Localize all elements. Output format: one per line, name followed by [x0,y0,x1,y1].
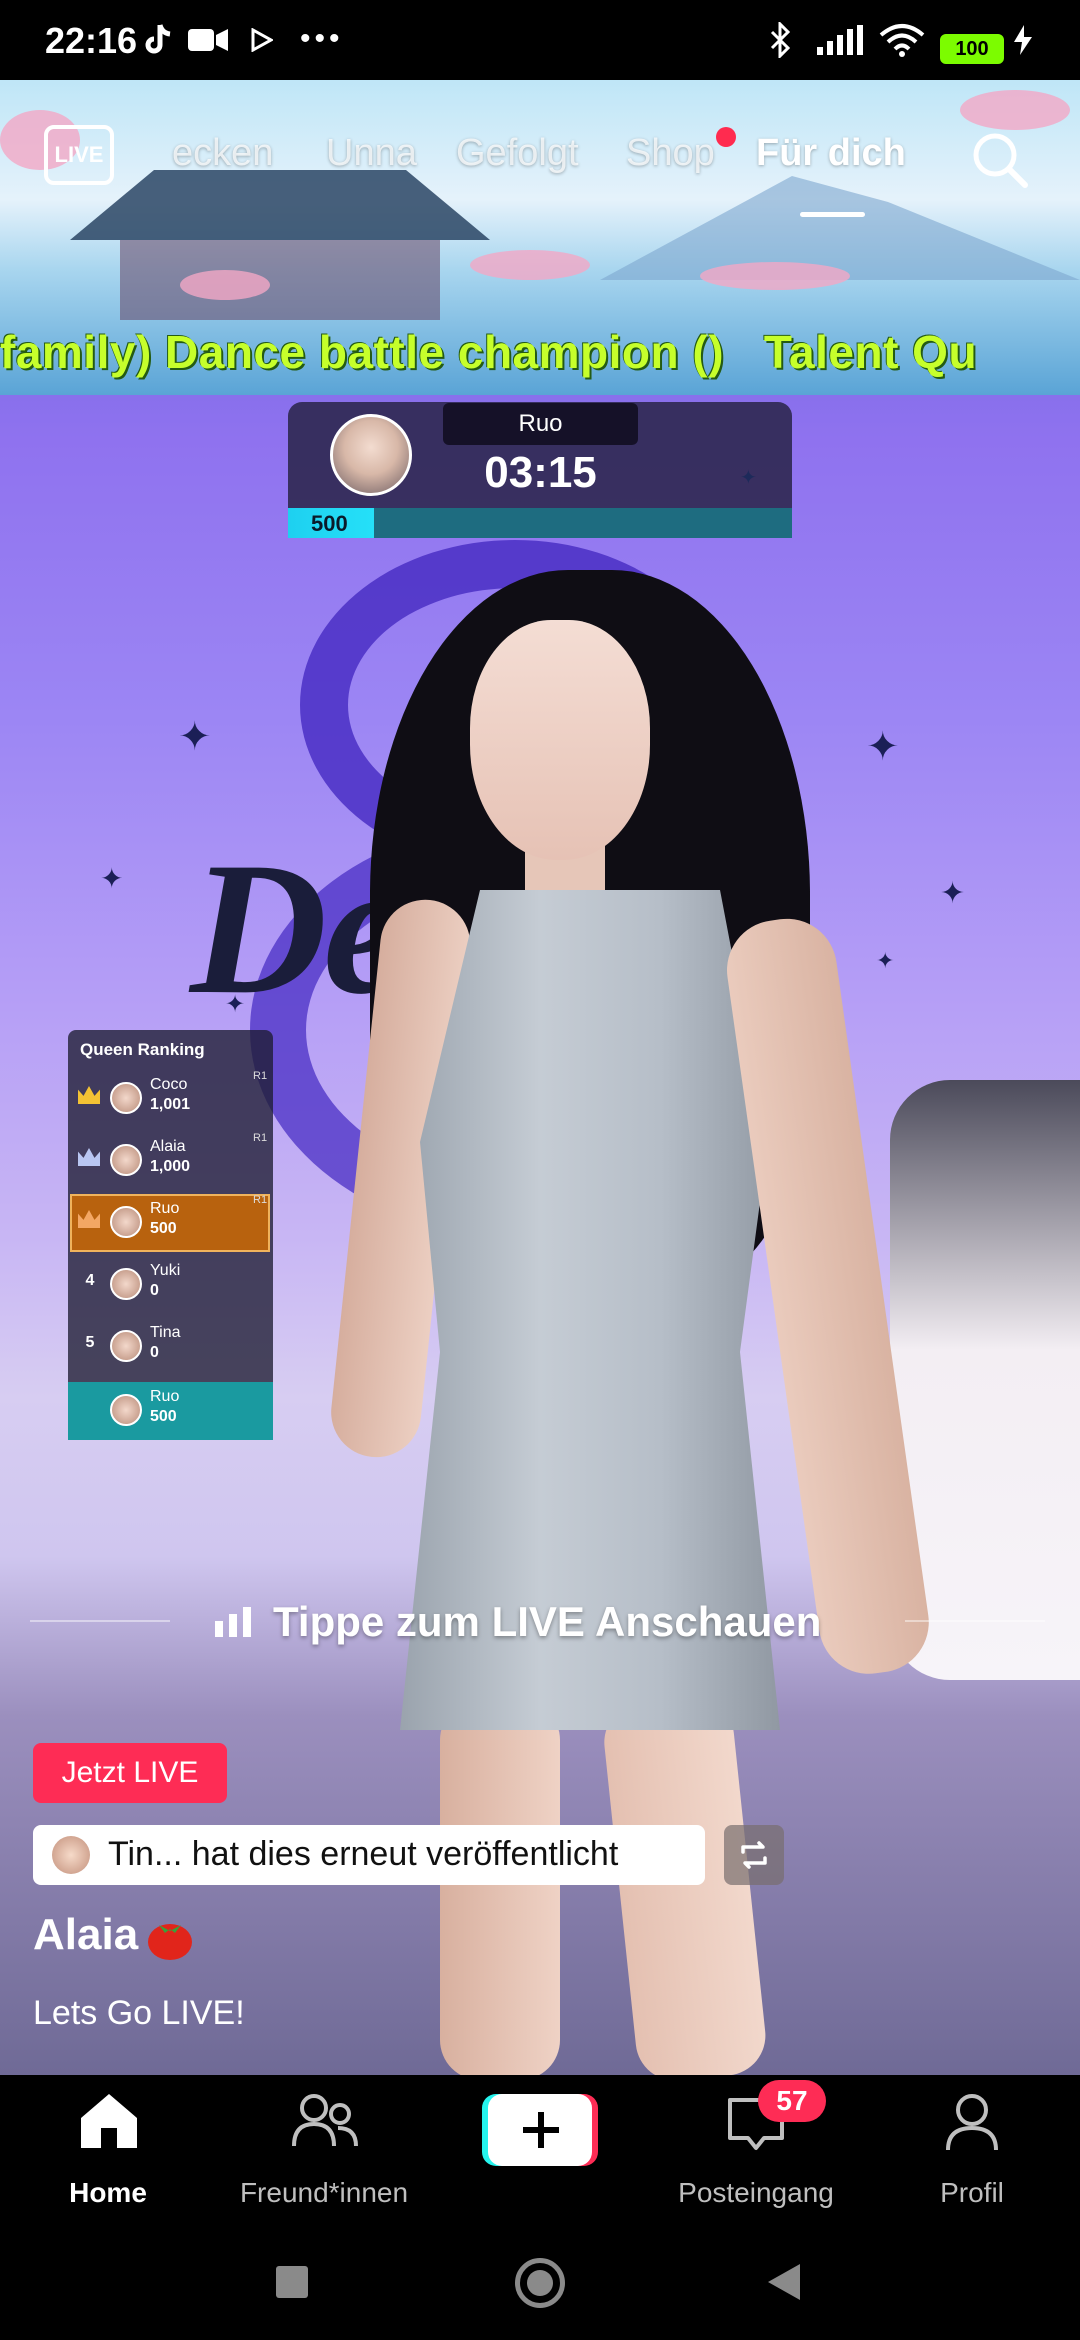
tab-entdecken[interactable]: ecken [172,132,273,175]
blossom-decoration [470,250,590,280]
tap-to-watch-live[interactable]: Tippe zum LIVE Anschauen [273,1598,821,1646]
tab-unna[interactable]: Unna [326,132,417,175]
nav-label: Posteingang [678,2177,834,2208]
ranking-self-row[interactable]: Ruo 500 [68,1382,273,1440]
sparkle-icon: ✦ [940,877,966,910]
repost-icon[interactable] [724,1825,784,1885]
ranking-number: 5 [85,1334,95,1351]
charging-icon [1012,20,1034,60]
play-notification-icon [248,20,276,60]
ticker-text: family) Dance battle champion () Talent … [0,326,978,378]
battle-score: 500 [311,511,348,536]
ranking-row[interactable]: 5 Tina 0 [68,1318,273,1378]
ranking-score: 0 [150,1344,159,1361]
tab-shop[interactable]: Shop [626,132,715,175]
friends-icon [292,2092,358,2155]
status-time: 22:16 [45,20,138,61]
avatar [110,1206,142,1238]
sparkle-icon: ✦ [225,991,246,1018]
ranking-tag: R1 [253,1194,268,1206]
ranking-row[interactable]: Coco 1,001 R1 [68,1070,273,1130]
nav-label: Home [69,2177,147,2208]
ranking-name: Coco [150,1076,188,1093]
nav-label: Profil [940,2177,1004,2208]
timer-host-name: Ruo [443,403,638,445]
blossom-decoration [960,90,1070,130]
ranking-name: Tina [150,1324,181,1341]
tomato-emoji-icon [145,1915,195,1961]
more-notifications-icon: ••• [300,22,344,55]
tab-following[interactable]: Gefolgt [456,132,579,175]
avatar [110,1330,142,1362]
create-button[interactable] [482,2094,598,2166]
ranking-score: 500 [150,1408,177,1425]
search-icon[interactable] [970,130,1030,190]
battery-indicator: 100 [940,34,1004,64]
live-bars-icon [215,1607,255,1637]
sparkle-icon: ✦ [178,715,212,759]
dancer-leg [440,1700,560,2080]
sparkle-icon: ✦ [740,467,757,489]
wifi-icon [878,20,926,60]
ranking-row[interactable]: Ruo 500 R1 [68,1194,273,1254]
blossom-decoration [700,262,850,290]
avatar [110,1082,142,1114]
tab-for-you[interactable]: Für dich [756,132,906,175]
blossom-decoration [180,270,270,300]
reposter-avatar [52,1836,90,1874]
ranking-row[interactable]: 4 Yuki 0 [68,1256,273,1316]
inbox-count-badge: 57 [758,2080,826,2122]
sparkle-icon: ✦ [866,725,900,769]
ranking-score: 0 [150,1282,159,1299]
divider-line [905,1620,1045,1622]
active-tab-indicator [800,212,865,217]
ranking-number: 4 [85,1272,95,1289]
avatar [110,1394,142,1426]
home-icon [77,2090,141,2157]
ranking-tag: R1 [253,1132,268,1144]
profile-icon [944,2092,1000,2157]
gold-crown-icon [78,1086,100,1104]
ranking-title: Queen Ranking [80,1040,205,1059]
bronze-crown-icon [78,1210,100,1228]
tiktok-notification-icon [140,20,174,60]
create-plus-icon [482,2094,598,2166]
shop-notification-dot [716,127,736,147]
sparkle-icon: ✦ [100,863,124,894]
video-camera-icon [188,20,228,60]
recent-apps-button[interactable] [276,2266,308,2298]
divider-line [30,1620,170,1622]
ranking-name: Ruo [150,1388,180,1405]
live-tv-icon[interactable]: LIVE [44,125,114,185]
avatar [110,1144,142,1176]
repost-text: Tin... hat dies erneut veröffentlicht [108,1835,619,1873]
host-avatar[interactable] [330,414,412,496]
ranking-score: 1,001 [150,1096,191,1113]
battle-countdown: 03:15 [484,448,597,497]
ranking-score: 500 [150,1220,177,1237]
sparkle-icon: ✦ [876,948,895,973]
dancer-face [470,620,650,860]
ranking-name: Yuki [150,1262,181,1279]
system-home-button-dot [527,2270,553,2296]
live-now-badge[interactable]: Jetzt LIVE [33,1743,227,1803]
banner-pagoda-base [120,240,440,320]
silver-crown-icon [78,1148,100,1166]
stream-description: Lets Go LIVE! [33,1994,245,2032]
ranking-row[interactable]: Alaia 1,000 R1 [68,1132,273,1192]
nav-label: Freund*innen [239,2177,409,2208]
signal-icon [815,20,865,60]
ranking-tag: R1 [253,1070,268,1082]
avatar [110,1268,142,1300]
streamer-username[interactable]: Alaia [33,1910,138,1960]
ranking-name: Alaia [150,1138,186,1155]
ranking-name: Ruo [150,1200,180,1217]
ranking-score: 1,000 [150,1158,191,1175]
event-ticker: family) Dance battle champion () Talent … [0,325,1080,395]
bluetooth-icon [765,20,795,60]
